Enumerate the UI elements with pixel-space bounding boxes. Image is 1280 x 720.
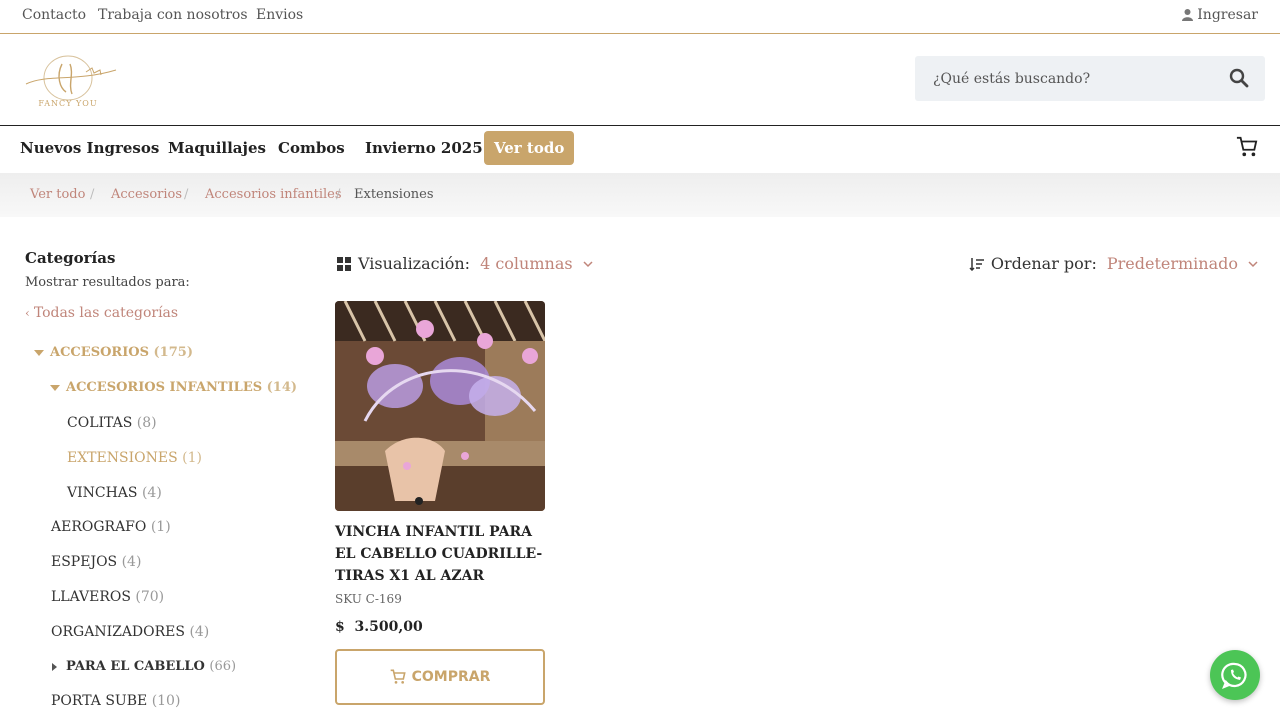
search-input[interactable] [933,56,1213,101]
category-count: (4) [189,624,210,640]
categories-title: Categorías [25,249,116,267]
view-value: 4 columnas [480,254,573,273]
jobs-link[interactable]: Trabaja con nosotros [98,7,248,23]
category-llaveros[interactable]: LLAVEROS (70) [51,589,164,605]
cart-icon[interactable] [1236,136,1258,158]
category-count: (175) [153,345,193,360]
search-icon[interactable] [1229,68,1249,88]
breadcrumb: Ver todo / Accesorios / Accesorios infan… [0,173,1280,217]
breadcrumb-separator: / [184,187,189,202]
breadcrumb-separator: / [336,187,341,202]
category-label: AEROGRAFO [51,519,147,535]
product-title[interactable]: VINCHA INFANTIL PARA EL CABELLO CUADRILL… [335,521,550,587]
shipping-link[interactable]: Envios [256,7,303,23]
category-count: (4) [121,554,142,570]
chevron-down-icon [583,260,593,267]
category-para-el-cabello[interactable]: PARA EL CABELLO (66) [52,659,236,674]
category-vinchas[interactable]: VINCHAS (4) [67,485,162,501]
header: FANCY YOU [0,34,1280,126]
view-selector[interactable]: Visualización: 4 columnas [336,254,593,273]
view-label: Visualización: [358,254,471,273]
contact-link[interactable]: Contacto [22,7,86,23]
product-price: $ 3.500,00 [335,619,423,635]
category-accesorios[interactable]: ACCESORIOS (175) [34,345,193,360]
chevron-left-icon: ‹ [25,306,30,320]
category-label: PARA EL CABELLO [66,659,205,674]
grid-icon [337,256,351,271]
category-label: ESPEJOS [51,554,118,570]
whatsapp-icon [1221,662,1247,689]
sort-icon [969,257,984,271]
breadcrumb-current: Extensiones [354,187,434,202]
caret-down-icon [34,349,44,356]
nav-item-invierno[interactable]: Invierno 2025 [365,139,483,157]
user-icon [1182,9,1194,21]
category-count: (14) [266,380,298,395]
category-count: (66) [209,659,237,674]
category-count: (10) [151,693,181,709]
category-label: LLAVEROS [51,589,131,605]
category-count: (8) [136,415,157,431]
nav-item-maquillajes[interactable]: Maquillajes [168,139,266,157]
product-sku: SKU C-169 [335,592,402,606]
sort-selector[interactable]: Ordenar por: Predeterminado [969,254,1258,273]
product-image[interactable] [335,301,545,511]
breadcrumb-item[interactable]: Accesorios [111,187,182,202]
category-label: PORTA SUBE [51,693,148,709]
category-organizadores[interactable]: ORGANIZADORES (4) [51,624,209,640]
chevron-down-icon [1248,260,1258,267]
whatsapp-button[interactable] [1210,650,1260,700]
breadcrumb-item[interactable]: Accesorios infantiles [205,187,342,202]
category-label: ORGANIZADORES [51,624,185,640]
nav-item-nuevos-ingresos[interactable]: Nuevos Ingresos [20,139,159,157]
sort-value: Predeterminado [1106,254,1238,273]
logo-text: FANCY YOU [38,99,97,108]
category-label: ACCESORIOS INFANTILES [66,380,263,395]
search-box [915,56,1265,101]
all-categories-link[interactable]: ‹ Todas las categorías [25,305,178,321]
login-label: Ingresar [1197,7,1258,23]
breadcrumb-item[interactable]: Ver todo [30,187,85,202]
login-link[interactable]: Ingresar [1182,7,1258,23]
category-porta-sube[interactable]: PORTA SUBE (10) [51,693,180,709]
nav-ver-todo-button[interactable]: Ver todo [484,131,575,165]
nav-item-combos[interactable]: Combos [278,139,345,157]
breadcrumb-separator: / [90,187,95,202]
category-label: EXTENSIONES [67,450,178,466]
category-count: (1) [182,450,202,466]
category-colitas[interactable]: COLITAS (8) [67,415,157,431]
category-label: ACCESORIOS [50,345,149,360]
cart-icon [390,669,406,684]
category-count: (1) [150,519,171,535]
buy-label: COMPRAR [411,669,491,685]
caret-down-icon [50,384,60,391]
category-count: (4) [141,485,162,501]
category-label: COLITAS [67,415,133,431]
category-label: VINCHAS [67,485,138,501]
category-aerografo[interactable]: AEROGRAFO (1) [51,519,171,535]
all-categories-label: Todas las categorías [33,305,179,321]
categories-subtitle: Mostrar resultados para: [25,275,190,290]
sort-label: Ordenar por: [990,254,1097,273]
buy-button[interactable]: COMPRAR [335,649,545,705]
category-count: (70) [135,589,165,605]
category-extensiones[interactable]: EXTENSIONES (1) [67,450,202,466]
caret-right-icon [52,662,57,671]
category-espejos[interactable]: ESPEJOS (4) [51,554,141,570]
top-bar: Contacto Trabaja con nosotros Envios Ing… [0,0,1280,34]
logo[interactable]: FANCY YOU [16,54,120,110]
main-nav: Nuevos Ingresos Maquillajes Combos Invie… [0,126,1280,173]
category-accesorios-infantiles[interactable]: ACCESORIOS INFANTILES (14) [50,380,297,395]
